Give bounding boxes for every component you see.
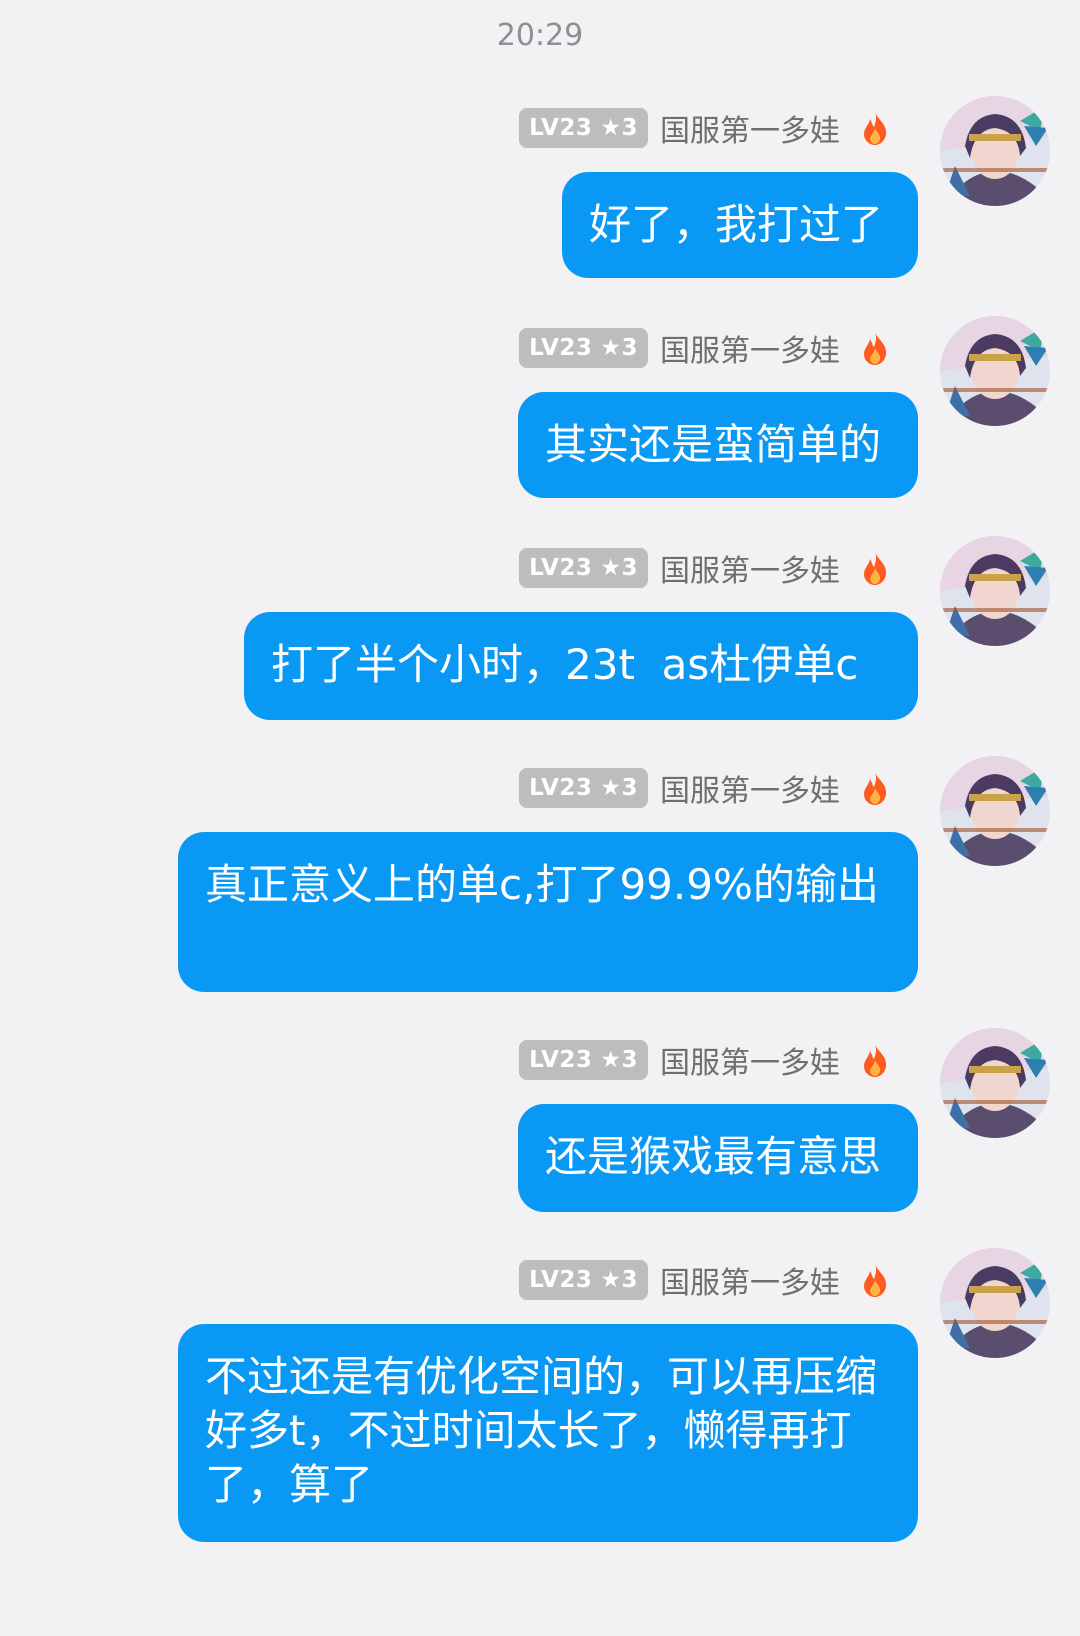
message-bubble[interactable]: 不过还是有优化空间的，可以再压缩好多t，不过时间太长了，懒得再打了，算了 [178,1324,918,1542]
flame-icon [864,332,887,365]
sender-meta: LV23 ★3 国服第一多娃 [519,326,890,370]
flame-icon [864,552,887,585]
sender-nickname[interactable]: 国服第一多娃 [660,1258,840,1302]
sender-meta: LV23 ★3 国服第一多娃 [519,1038,890,1082]
sender-nickname[interactable]: 国服第一多娃 [660,1038,840,1082]
message-bubble[interactable]: 好了，我打过了 [562,172,918,278]
message-bubble[interactable]: 还是猴戏最有意思 [518,1104,918,1212]
sender-nickname[interactable]: 国服第一多娃 [660,326,840,370]
message-bubble[interactable]: 真正意义上的单c,打了99.9%的输出 [178,832,918,992]
message-bubble[interactable]: 其实还是蛮简单的 [518,392,918,498]
sender-meta: LV23 ★3 国服第一多娃 [519,106,890,150]
flame-icon [864,772,887,805]
level-badge: LV23 ★3 [519,1040,648,1080]
user-avatar[interactable] [940,96,1050,206]
flame-icon [864,112,887,145]
flame-icon [864,1264,887,1297]
sender-meta: LV23 ★3 国服第一多娃 [519,766,890,810]
flame-icon [864,1044,887,1077]
user-avatar[interactable] [940,756,1050,866]
level-badge: LV23 ★3 [519,548,648,588]
timestamp: 20:29 [496,18,584,53]
sender-nickname[interactable]: 国服第一多娃 [660,766,840,810]
message-bubble[interactable]: 打了半个小时，23t as杜伊单c [244,612,918,720]
user-avatar[interactable] [940,1028,1050,1138]
level-badge: LV23 ★3 [519,108,648,148]
level-badge: LV23 ★3 [519,1260,648,1300]
sender-nickname[interactable]: 国服第一多娃 [660,546,840,590]
sender-meta: LV23 ★3 国服第一多娃 [519,1258,890,1302]
user-avatar[interactable] [940,1248,1050,1358]
sender-nickname[interactable]: 国服第一多娃 [660,106,840,150]
sender-meta: LV23 ★3 国服第一多娃 [519,546,890,590]
level-badge: LV23 ★3 [519,768,648,808]
level-badge: LV23 ★3 [519,328,648,368]
user-avatar[interactable] [940,316,1050,426]
user-avatar[interactable] [940,536,1050,646]
